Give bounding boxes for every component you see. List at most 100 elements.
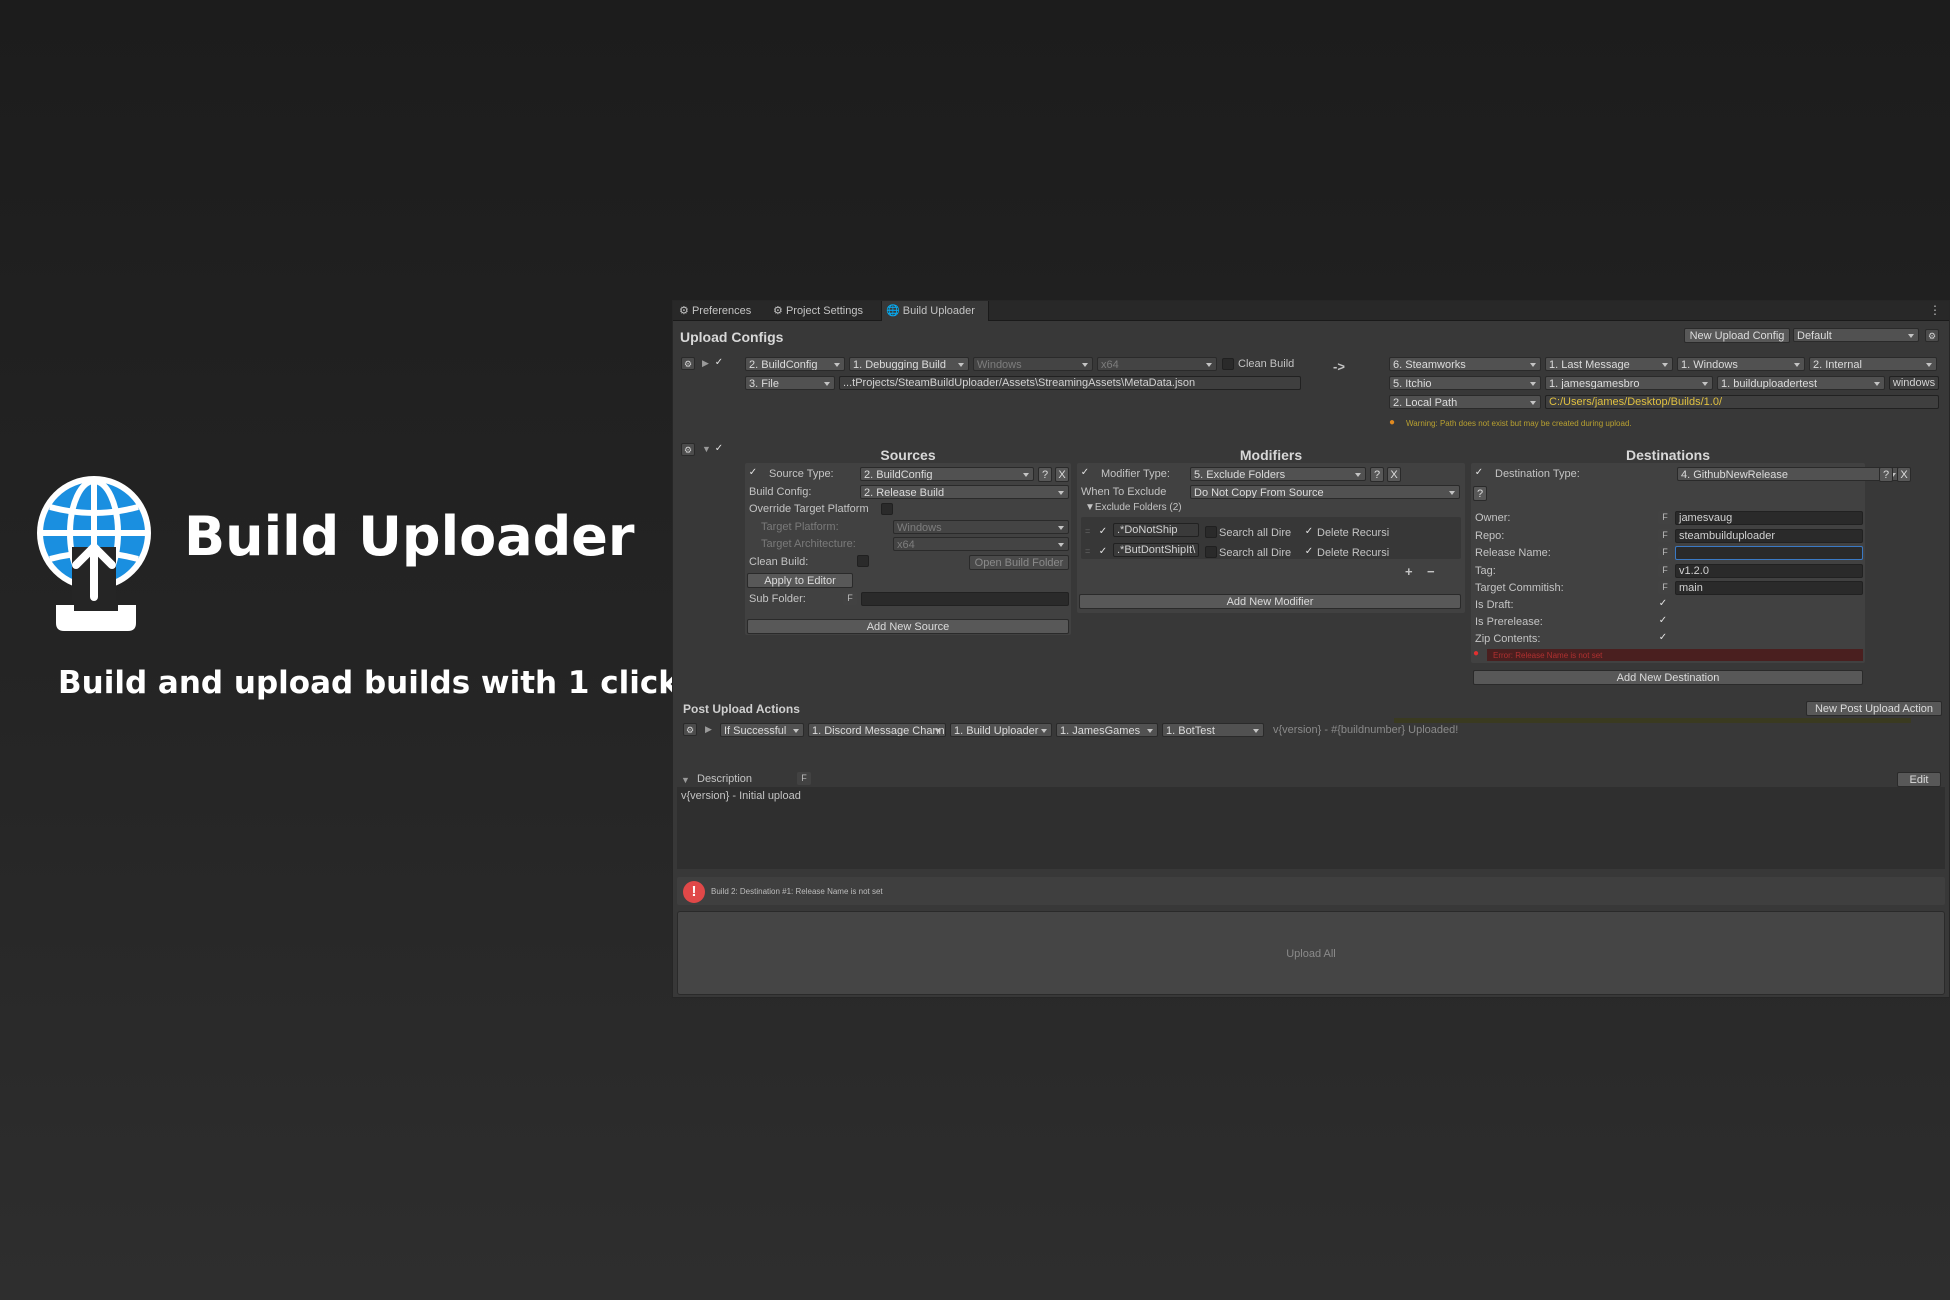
build-dropdown[interactable]: 1. Debugging Build xyxy=(849,357,969,371)
add-exclude-button[interactable]: + xyxy=(1405,564,1413,579)
is-prerelease-label: Is Prerelease: xyxy=(1475,616,1543,628)
add-new-modifier-button[interactable]: Add New Modifier xyxy=(1079,594,1461,609)
config-gear-icon[interactable]: ⚙ xyxy=(681,357,695,370)
message-field[interactable]: v{version} - #{buildnumber} Uploaded! xyxy=(1269,723,1943,737)
remove-destination-button[interactable]: X xyxy=(1897,467,1911,482)
sources-title: Sources xyxy=(880,447,936,463)
apply-to-editor-button[interactable]: Apply to Editor xyxy=(747,573,853,588)
format-button[interactable]: F xyxy=(1658,581,1672,594)
when-to-exclude-label: When To Exclude xyxy=(1081,486,1167,498)
dest-channel-field[interactable]: windows xyxy=(1889,376,1939,390)
source-type-dropdown[interactable]: 2. BuildConfig xyxy=(745,357,845,371)
target-commitish-input[interactable]: main xyxy=(1675,581,1863,595)
exclude-row-checkbox[interactable]: ✓ xyxy=(1097,526,1109,538)
upload-all-button[interactable]: Upload All xyxy=(677,911,1945,995)
sub-folder-input[interactable] xyxy=(861,592,1069,606)
tag-input[interactable]: v1.2.0 xyxy=(1675,564,1863,578)
remove-modifier-button[interactable]: X xyxy=(1387,467,1401,482)
open-build-folder-button[interactable]: Open Build Folder xyxy=(969,555,1069,570)
format-button[interactable]: F xyxy=(797,772,811,785)
delete-recursive-checkbox[interactable]: ✓ xyxy=(1303,526,1315,538)
search-all-checkbox[interactable] xyxy=(1205,526,1217,538)
config-gear-icon[interactable]: ⚙ xyxy=(681,443,695,456)
new-upload-config-button[interactable]: New Upload Config xyxy=(1684,328,1790,343)
exclude-row-checkbox[interactable]: ✓ xyxy=(1097,546,1109,558)
repo-input[interactable]: steambuilduploader xyxy=(1675,529,1863,543)
add-new-destination-button[interactable]: Add New Destination xyxy=(1473,670,1863,685)
server-dropdown[interactable]: 1. JamesGames xyxy=(1056,723,1158,737)
exclude-pattern-field[interactable]: .*DoNotShip xyxy=(1113,523,1199,537)
dest-depot-dropdown[interactable]: 1. Windows xyxy=(1677,357,1805,371)
config-enabled-checkbox[interactable]: ✓ xyxy=(713,357,725,369)
dest-type-dropdown-1[interactable]: 6. Steamworks xyxy=(1389,357,1541,371)
collapse-arrow-icon[interactable]: ▼ xyxy=(702,444,711,454)
tab-preferences[interactable]: ⚙ Preferences xyxy=(675,301,765,321)
platform-dropdown[interactable]: Windows xyxy=(973,357,1093,371)
delete-recursive-checkbox[interactable]: ✓ xyxy=(1303,546,1315,558)
edit-button[interactable]: Edit xyxy=(1897,772,1941,787)
settings-gear-icon[interactable]: ⚙ xyxy=(1925,329,1939,342)
app-dropdown[interactable]: 1. Build Uploader xyxy=(950,723,1052,737)
warning-icon: ● xyxy=(1389,417,1396,428)
release-name-input[interactable] xyxy=(1675,546,1863,560)
format-button[interactable]: F xyxy=(1658,511,1672,524)
action-gear-icon[interactable]: ⚙ xyxy=(683,723,697,736)
collapse-arrow-icon[interactable]: ▼ xyxy=(681,775,690,785)
file-path-field[interactable]: ...tProjects/SteamBuildUploader/Assets\S… xyxy=(839,376,1301,390)
destination-type-dropdown[interactable]: 4. GithubNewRelease xyxy=(1677,467,1901,481)
tab-build-uploader[interactable]: 🌐 Build Uploader xyxy=(881,301,989,321)
local-path-field[interactable]: C:/Users/james/Desktop/Builds/1.0/ xyxy=(1545,395,1939,409)
exclude-pattern-field[interactable]: .*ButDontShipIt\ xyxy=(1113,543,1199,557)
file-type-dropdown[interactable]: 3. File xyxy=(745,376,835,390)
format-button[interactable]: F xyxy=(1658,564,1672,577)
owner-input[interactable]: jamesvaug xyxy=(1675,511,1863,525)
modifier-enabled-checkbox[interactable]: ✓ xyxy=(1079,467,1091,479)
config-enabled-checkbox[interactable]: ✓ xyxy=(713,443,725,455)
preset-dropdown[interactable]: Default xyxy=(1793,328,1919,342)
format-button[interactable]: F xyxy=(843,592,857,605)
search-all-checkbox[interactable] xyxy=(1205,546,1217,558)
action-type-dropdown[interactable]: 1. Discord Message Channel xyxy=(808,723,946,737)
when-to-exclude-dropdown[interactable]: Do Not Copy From Source xyxy=(1190,485,1460,499)
remove-source-button[interactable]: X xyxy=(1055,467,1069,482)
is-prerelease-checkbox[interactable]: ✓ xyxy=(1657,615,1669,627)
help-button[interactable]: ? xyxy=(1038,467,1052,482)
channel-dropdown[interactable]: 1. BotTest xyxy=(1162,723,1264,737)
target-arch-dropdown[interactable]: x64 xyxy=(893,537,1069,551)
format-button[interactable]: F xyxy=(1658,546,1672,559)
remove-exclude-button[interactable]: − xyxy=(1427,564,1435,579)
dest-user-dropdown[interactable]: 1. jamesgamesbro xyxy=(1545,376,1713,390)
dest-type-dropdown-3[interactable]: 2. Local Path xyxy=(1389,395,1541,409)
source-type-dropdown[interactable]: 2. BuildConfig xyxy=(860,467,1034,481)
dest-channel-dropdown[interactable]: 2. Internal xyxy=(1809,357,1937,371)
when-dropdown[interactable]: If Successful xyxy=(720,723,804,737)
destination-enabled-checkbox[interactable]: ✓ xyxy=(1473,467,1485,479)
dest-branch-dropdown[interactable]: 1. Last Message xyxy=(1545,357,1673,371)
arch-dropdown[interactable]: x64 xyxy=(1097,357,1217,371)
format-button[interactable]: F xyxy=(1658,529,1672,542)
help-button[interactable]: ? xyxy=(1879,467,1893,482)
zip-contents-checkbox[interactable]: ✓ xyxy=(1657,632,1669,644)
exclude-folders-header[interactable]: ▼Exclude Folders (2) xyxy=(1085,502,1182,513)
dest-type-dropdown-2[interactable]: 5. Itchio xyxy=(1389,376,1541,390)
add-new-source-button[interactable]: Add New Source xyxy=(747,619,1069,634)
source-enabled-checkbox[interactable]: ✓ xyxy=(747,467,759,479)
description-box[interactable] xyxy=(677,787,1945,869)
clean-build-checkbox[interactable] xyxy=(1222,358,1234,370)
expand-arrow-icon[interactable]: ▶ xyxy=(702,358,709,369)
override-target-checkbox[interactable] xyxy=(881,503,893,515)
new-post-upload-action-button[interactable]: New Post Upload Action xyxy=(1806,701,1942,716)
target-platform-dropdown[interactable]: Windows xyxy=(893,520,1069,534)
is-draft-checkbox[interactable]: ✓ xyxy=(1657,598,1669,610)
help-button[interactable]: ? xyxy=(1370,467,1384,482)
drag-handle-icon[interactable]: = xyxy=(1085,546,1090,556)
modifier-type-dropdown[interactable]: 5. Exclude Folders xyxy=(1190,467,1366,481)
destination-help-button[interactable]: ? xyxy=(1473,486,1487,501)
build-config-dropdown[interactable]: 2. Release Build xyxy=(860,485,1069,499)
expand-arrow-icon[interactable]: ▶ xyxy=(705,724,712,735)
drag-handle-icon[interactable]: = xyxy=(1085,526,1090,536)
tab-project-settings[interactable]: ⚙ Project Settings xyxy=(769,301,881,321)
kebab-menu-icon[interactable]: ⋮ xyxy=(1929,303,1941,317)
dest-game-dropdown[interactable]: 1. builduploadertest xyxy=(1717,376,1885,390)
clean-build-checkbox[interactable] xyxy=(857,555,869,567)
